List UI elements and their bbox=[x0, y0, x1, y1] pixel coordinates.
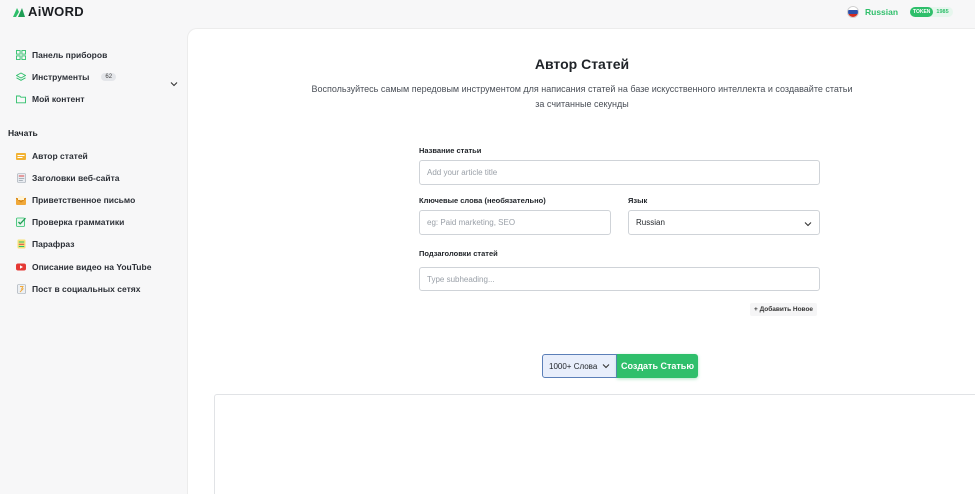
russia-flag-icon bbox=[847, 6, 859, 18]
sidebar-item-social-post[interactable]: Пост в социальных сетях bbox=[16, 284, 140, 294]
article-title-label: Название статьи bbox=[419, 146, 482, 155]
language-switcher[interactable]: Russian bbox=[847, 6, 898, 18]
sidebar-section-title: Начать bbox=[8, 128, 38, 138]
language-select-value: Russian bbox=[636, 218, 665, 227]
sidebar-item-welcome-email[interactable]: Приветственное письмо bbox=[16, 195, 135, 205]
grammar-check-icon bbox=[16, 217, 26, 227]
sidebar-item-label: Проверка грамматики bbox=[32, 217, 125, 227]
word-count-select[interactable]: 1000+ Слова bbox=[542, 354, 617, 378]
envelope-icon bbox=[16, 195, 26, 205]
sidebar-item-label: Панель приборов bbox=[32, 50, 108, 60]
logo[interactable]: AiWORD bbox=[12, 4, 84, 19]
dashboard-grid-icon bbox=[16, 50, 26, 60]
keywords-input[interactable] bbox=[419, 210, 611, 235]
top-bar: AiWORD Russian TOKEN 1985 bbox=[0, 0, 975, 28]
sidebar-item-website-headlines[interactable]: Заголовки веб-сайта bbox=[16, 173, 120, 183]
token-count: 1985 bbox=[936, 9, 949, 15]
logo-icon bbox=[13, 7, 25, 17]
tools-count-badge: 62 bbox=[101, 73, 117, 81]
create-article-button[interactable]: Создать Статью bbox=[617, 354, 698, 378]
layers-icon bbox=[16, 72, 26, 82]
youtube-icon bbox=[16, 262, 26, 272]
main-panel: Автор Статей Воспользуйтесь самым передо… bbox=[187, 28, 975, 494]
sidebar-item-grammar-check[interactable]: Проверка грамматики bbox=[16, 217, 124, 227]
social-post-icon bbox=[16, 284, 26, 294]
sidebar-item-my-content[interactable]: Мой контент bbox=[16, 94, 85, 104]
article-icon bbox=[16, 151, 26, 161]
token-balance: TOKEN 1985 bbox=[910, 7, 953, 17]
sidebar-item-label: Мой контент bbox=[32, 94, 85, 104]
logo-text: AiWORD bbox=[28, 4, 84, 19]
language-select[interactable]: Russian bbox=[628, 210, 820, 235]
subheading-input[interactable] bbox=[419, 267, 820, 291]
sidebar-item-youtube-description[interactable]: Описание видео на YouTube bbox=[16, 262, 151, 272]
language-switcher-label: Russian bbox=[865, 7, 899, 17]
sidebar-item-label: Автор статей bbox=[32, 151, 88, 161]
page-title: Автор Статей bbox=[534, 56, 630, 72]
add-new-subheading-button[interactable]: + Добавить Новое bbox=[750, 303, 818, 316]
chevron-down-icon bbox=[602, 362, 610, 371]
word-count-value: 1000+ Слова bbox=[549, 361, 598, 371]
sidebar: Панель приборов Инструменты 62 Мой конте… bbox=[0, 28, 187, 494]
sidebar-item-label: Описание видео на YouTube bbox=[32, 262, 152, 272]
page-subtitle: Воспользуйтесь самым передовым инструмен… bbox=[311, 84, 853, 109]
paraphrase-icon bbox=[16, 239, 26, 249]
sidebar-item-dashboard[interactable]: Панель приборов bbox=[16, 50, 107, 60]
sidebar-item-tools[interactable]: Инструменты 62 bbox=[16, 72, 117, 82]
sidebar-item-label: Заголовки веб-сайта bbox=[32, 173, 120, 183]
sidebar-item-label: Приветственное письмо bbox=[32, 195, 136, 205]
chevron-down-icon[interactable] bbox=[170, 74, 178, 92]
sidebar-item-paraphrase[interactable]: Парафраз bbox=[16, 239, 74, 249]
sidebar-item-label: Парафраз bbox=[32, 239, 75, 249]
article-output-editor[interactable] bbox=[214, 394, 975, 494]
headline-icon bbox=[16, 173, 26, 183]
language-label: Язык bbox=[628, 196, 648, 205]
folder-icon bbox=[16, 94, 26, 104]
sidebar-item-label: Пост в социальных сетях bbox=[32, 284, 141, 294]
article-title-input[interactable] bbox=[419, 160, 820, 185]
token-tag: TOKEN bbox=[910, 7, 934, 17]
subheadings-label: Подзаголовки статей bbox=[419, 249, 498, 258]
sidebar-item-article-writer[interactable]: Автор статей bbox=[16, 151, 88, 161]
sidebar-item-label: Инструменты bbox=[32, 72, 90, 82]
keywords-label: Ключевые слова (необязательно) bbox=[419, 196, 546, 205]
chevron-down-icon bbox=[804, 214, 812, 232]
